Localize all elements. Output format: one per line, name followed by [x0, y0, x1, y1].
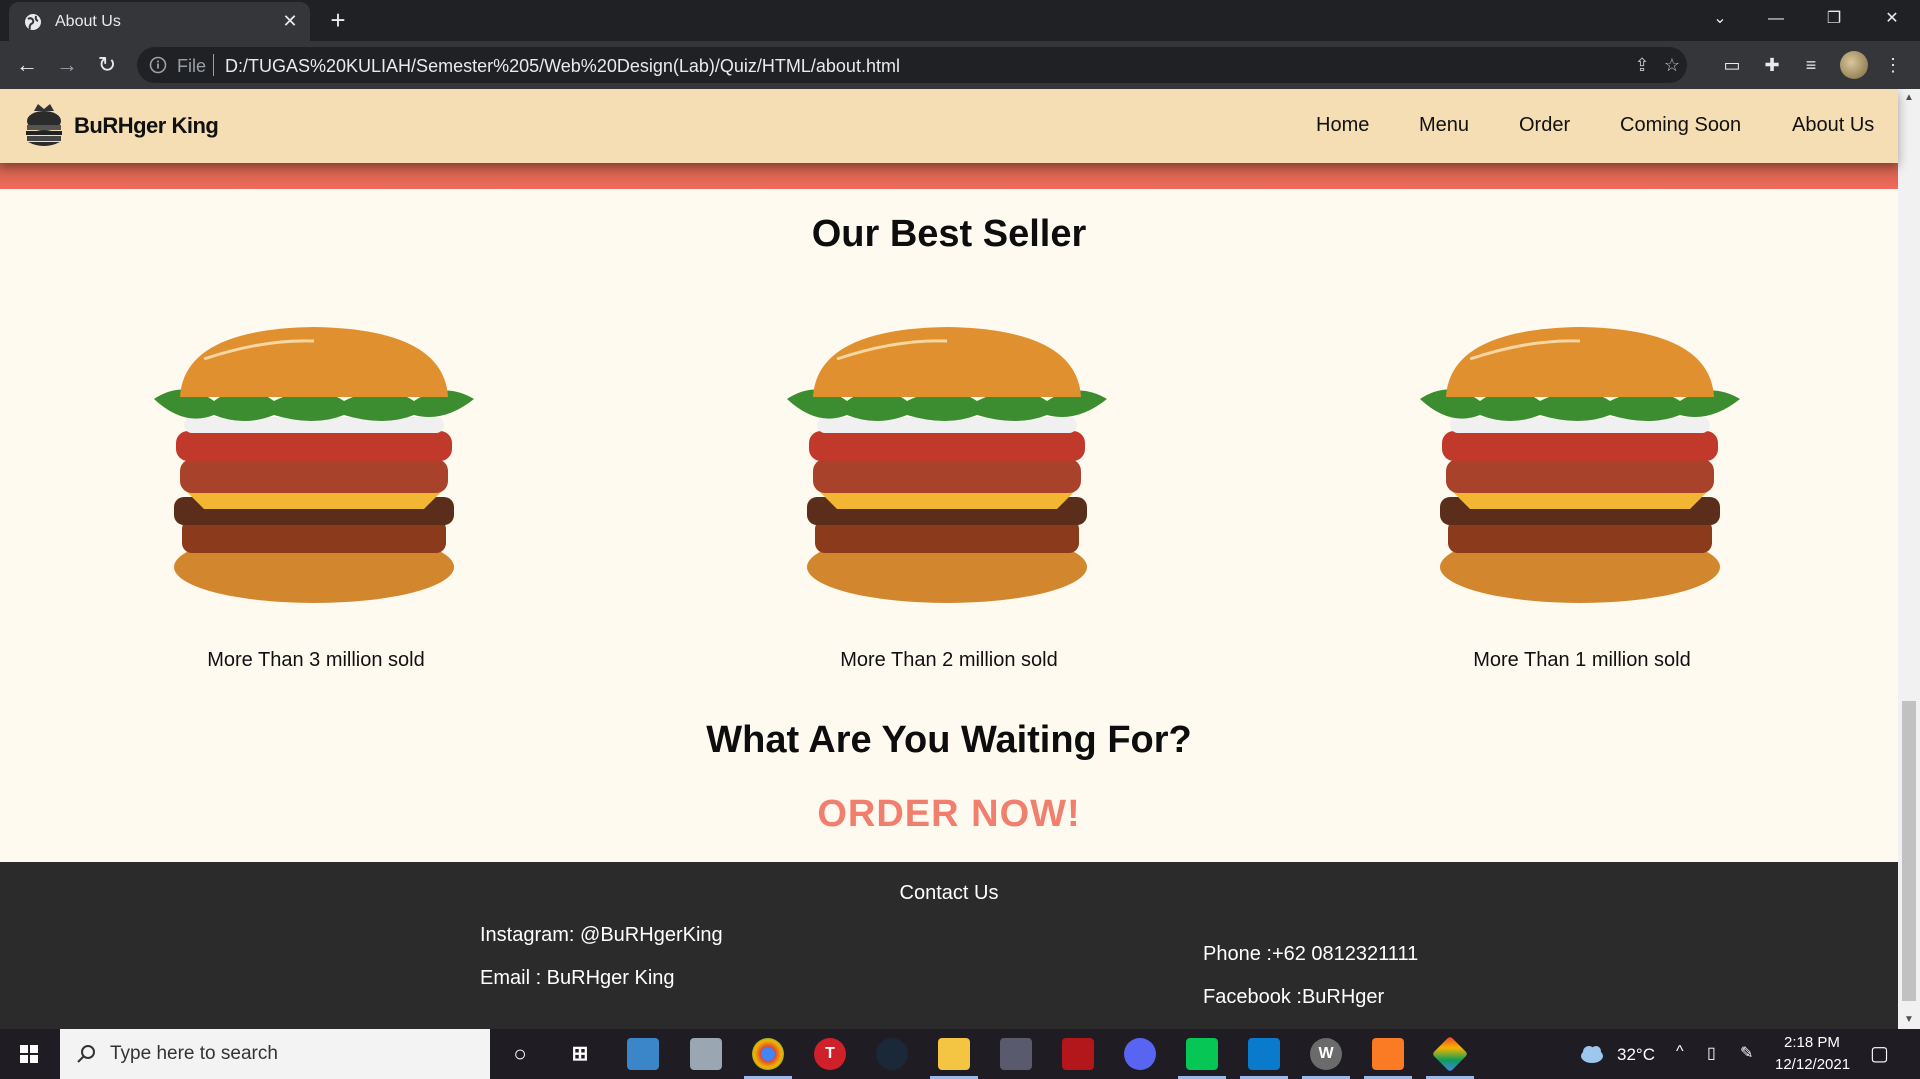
task-view-icon[interactable]: ⊞ — [564, 1038, 596, 1070]
nav-coming-soon[interactable]: Coming Soon — [1620, 114, 1741, 137]
reading-list-icon[interactable]: ≡ — [1799, 53, 1823, 77]
brand-name[interactable]: BuRHger King — [74, 113, 219, 139]
nav-menu[interactable]: Menu — [1419, 114, 1469, 137]
file-manager-icon[interactable] — [690, 1038, 722, 1070]
app-red-icon[interactable] — [1062, 1038, 1094, 1070]
minimize-button[interactable]: — — [1748, 0, 1804, 38]
menu-icon[interactable]: ⋮ — [1881, 53, 1905, 77]
product-caption-1: More Than 3 million sold — [207, 649, 425, 671]
discord-icon[interactable] — [1124, 1038, 1156, 1070]
nav-about-us[interactable]: About Us — [1792, 114, 1874, 137]
forward-icon[interactable]: → — [53, 51, 81, 79]
page-viewport: BuRHger King Home Menu Order Coming Soon… — [0, 89, 1920, 1029]
product-caption-3: More Than 1 million sold — [1473, 649, 1691, 671]
cta-title: What Are You Waiting For? — [706, 719, 1192, 761]
burger-image-2 — [787, 327, 1107, 603]
steam-icon[interactable] — [876, 1038, 908, 1070]
git-icon[interactable] — [1431, 1035, 1469, 1073]
star-icon[interactable]: ☆ — [1662, 55, 1682, 75]
burger-image-1 — [154, 327, 474, 603]
search-icon — [77, 1045, 95, 1063]
cast-icon[interactable]: ▭ — [1720, 53, 1744, 77]
tab-about-us[interactable]: About Us ✕ — [9, 2, 310, 41]
share-icon[interactable]: ⇪ — [1632, 55, 1652, 75]
product-caption-2: More Than 2 million sold — [840, 649, 1058, 671]
control-panel-icon[interactable] — [627, 1038, 659, 1070]
file-explorer-icon[interactable] — [938, 1038, 970, 1070]
globe-icon — [25, 14, 41, 30]
windows-taskbar: Type here to search ○ ⊞ T W 32°C ^ ▯ ✎ 2… — [0, 1029, 1920, 1079]
xampp-icon[interactable] — [1372, 1038, 1404, 1070]
site-footer: Contact Us Instagram: @BuRHgerKing Email… — [0, 862, 1898, 1029]
wakatime-icon[interactable]: W — [1310, 1038, 1342, 1070]
page-scrollbar[interactable]: ▲ ▼ — [1898, 89, 1920, 1029]
footer-instagram: Instagram: @BuRHgerKing — [480, 924, 723, 946]
profile-avatar[interactable] — [1840, 51, 1868, 79]
temperature[interactable]: 32°C — [1617, 1045, 1655, 1065]
footer-phone: Phone :+62 0812321111 — [1203, 943, 1419, 965]
scheme-label: File — [177, 56, 207, 76]
cortana-icon[interactable]: ○ — [504, 1038, 536, 1070]
burger-image-3 — [1420, 327, 1740, 603]
reload-icon[interactable]: ↻ — [93, 51, 121, 79]
taskbar-search[interactable]: Type here to search — [60, 1029, 490, 1079]
scroll-up-icon[interactable]: ▲ — [1898, 89, 1920, 107]
footer-facebook: Facebook :BuRHger — [1203, 986, 1385, 1008]
nav-order[interactable]: Order — [1519, 114, 1570, 137]
order-now-link[interactable]: ORDER NOW! — [0, 793, 1898, 836]
windows-start-icon[interactable] — [0, 1029, 58, 1079]
address-bar[interactable]: File D:/TUGAS%20KULIAH/Semester%205/Web%… — [137, 47, 1687, 83]
app-icon[interactable] — [1000, 1038, 1032, 1070]
tab-strip: About Us ✕ + ⌄ — ❐ ✕ — [0, 0, 1920, 41]
omnibox-divider — [213, 54, 214, 76]
notification-icon[interactable]: ▢ — [1870, 1041, 1889, 1066]
weather-cloud-icon[interactable] — [1578, 1043, 1606, 1065]
network-icon[interactable]: ▯ — [1707, 1043, 1716, 1063]
new-tab-button[interactable]: + — [324, 6, 352, 34]
chrome-icon[interactable] — [752, 1038, 784, 1070]
close-tab-icon[interactable]: ✕ — [280, 11, 300, 31]
pen-icon[interactable]: ✎ — [1740, 1043, 1753, 1063]
scroll-thumb[interactable] — [1902, 701, 1916, 1001]
restore-button[interactable]: ❐ — [1806, 0, 1862, 38]
footer-title: Contact Us — [899, 882, 999, 904]
search-placeholder: Type here to search — [110, 1043, 278, 1064]
window-close-button[interactable]: ✕ — [1864, 0, 1920, 38]
extensions-icon[interactable]: ✚ — [1760, 53, 1784, 77]
burger-logo-icon[interactable] — [24, 101, 64, 151]
clock-date[interactable]: 12/12/2021 — [1775, 1056, 1850, 1073]
tab-search-icon[interactable]: ⌄ — [1692, 0, 1748, 38]
nav-home[interactable]: Home — [1316, 114, 1369, 137]
best-seller-title: Our Best Seller — [811, 213, 1087, 255]
vscode-icon[interactable] — [1248, 1038, 1280, 1070]
t-app-icon[interactable]: T — [814, 1038, 846, 1070]
scroll-down-icon[interactable]: ▼ — [1898, 1011, 1920, 1029]
clock-time[interactable]: 2:18 PM — [1784, 1034, 1840, 1051]
line-icon[interactable] — [1186, 1038, 1218, 1070]
browser-toolbar: ← → ↻ File D:/TUGAS%20KULIAH/Semester%20… — [0, 41, 1920, 89]
chevron-up-icon[interactable]: ^ — [1676, 1043, 1684, 1061]
tab-title: About Us — [55, 13, 121, 30]
hero-strip — [0, 163, 1898, 189]
back-icon[interactable]: ← — [13, 51, 41, 79]
footer-email: Email : BuRHger King — [480, 967, 675, 989]
url-text[interactable]: D:/TUGAS%20KULIAH/Semester%205/Web%20Des… — [225, 56, 900, 77]
site-header: BuRHger King Home Menu Order Coming Soon… — [0, 89, 1898, 163]
info-icon[interactable] — [149, 56, 167, 74]
